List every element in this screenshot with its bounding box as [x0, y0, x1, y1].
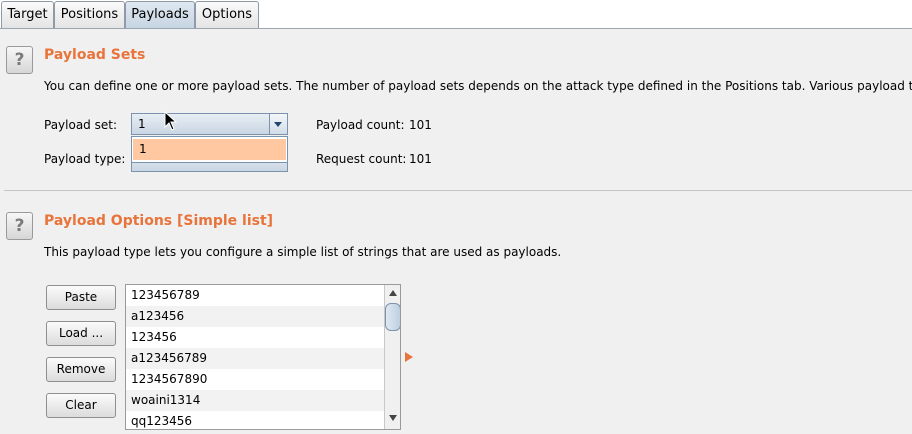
payload-set-label: Payload set: [44, 118, 117, 132]
scroll-down-icon[interactable] [386, 411, 400, 425]
chevron-down-icon[interactable] [269, 114, 287, 134]
payload-sets-description: You can define one or more payload sets.… [44, 79, 912, 93]
list-item[interactable]: woaini1314 [126, 390, 384, 411]
clear-button[interactable]: Clear [46, 393, 116, 418]
payload-set-select[interactable]: 1 [131, 113, 288, 135]
tab-bar: Target Positions Payloads Options [0, 0, 912, 30]
list-item[interactable]: a123456789 [126, 348, 384, 369]
payload-sets-title: Payload Sets [44, 47, 146, 63]
list-item[interactable]: 123456 [126, 327, 384, 348]
help-icon[interactable]: ? [6, 212, 33, 240]
list-item[interactable]: qq123456 [126, 411, 384, 429]
help-icon[interactable]: ? [6, 46, 33, 74]
tab-options[interactable]: Options [195, 1, 259, 28]
remove-button[interactable]: Remove [46, 357, 116, 382]
paste-button[interactable]: Paste [46, 285, 116, 310]
request-count-label: Request count: [316, 152, 407, 166]
payload-list[interactable]: 123456789 a123456 123456 a123456789 1234… [125, 284, 401, 430]
payload-options-title: Payload Options [Simple list] [44, 213, 274, 229]
payload-set-dropdown: 1 [131, 136, 288, 163]
list-item[interactable]: a123456 [126, 306, 384, 327]
tab-payloads[interactable]: Payloads [125, 1, 195, 30]
list-item[interactable]: 123456789 [126, 285, 384, 306]
payload-set-value: 1 [138, 117, 146, 131]
list-item[interactable]: 1234567890 [126, 369, 384, 390]
scroll-up-icon[interactable] [386, 286, 400, 300]
tab-target[interactable]: Target [1, 1, 54, 28]
expand-arrow-icon[interactable] [405, 352, 413, 362]
list-scrollbar[interactable] [384, 285, 400, 429]
tab-positions[interactable]: Positions [54, 1, 125, 28]
payload-count-value: 101 [409, 118, 432, 132]
load-button[interactable]: Load ... [46, 321, 116, 346]
section-divider [4, 190, 912, 191]
payload-count-label: Payload count: [316, 118, 405, 132]
scroll-thumb[interactable] [385, 303, 400, 331]
payload-type-label: Payload type: [44, 152, 126, 166]
payload-options-description: This payload type lets you configure a s… [44, 245, 562, 259]
dropdown-option[interactable]: 1 [133, 139, 286, 160]
request-count-value: 101 [409, 152, 432, 166]
mouse-pointer-icon [164, 111, 178, 131]
